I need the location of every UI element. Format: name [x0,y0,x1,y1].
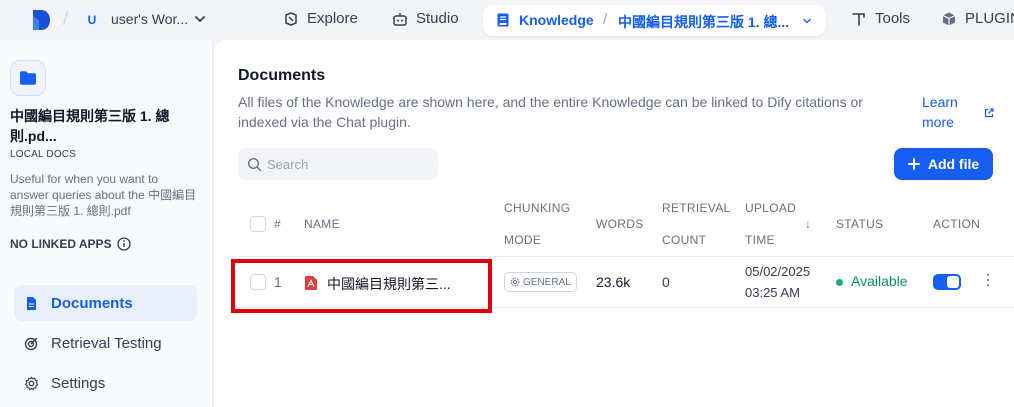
page-title: Documents [238,67,326,84]
hammer-icon [852,12,865,26]
search-box[interactable] [238,148,438,180]
top-navigation: / U user's Wor... Explore Studio Knowled… [0,0,1014,40]
gear-icon [510,277,520,287]
external-link-icon[interactable] [984,108,994,118]
sidebar-item-settings[interactable]: Settings [14,365,197,401]
chevron-down-icon[interactable] [193,12,207,26]
column-header-index: # [274,217,281,231]
column-header-action: ACTION [933,217,981,231]
column-header-chunking-2: MODE [504,233,542,247]
enable-toggle[interactable] [933,274,961,290]
nav-studio[interactable]: Studio [392,10,459,27]
cube-icon [942,12,956,25]
learn-more-link[interactable]: Learn more [922,92,982,132]
column-header-chunking: CHUNKING [504,201,571,215]
nav-studio-label: Studio [416,10,459,27]
search-icon [247,157,262,171]
nav-explore-label: Explore [307,10,358,27]
folder-icon [20,71,36,85]
column-header-retrieval: RETRIEVAL [662,201,731,215]
current-knowledge-name[interactable]: 中國編目規則第三版 1. 總... [618,12,793,32]
linked-apps-status: NO LINKED APPS [10,237,131,251]
document-icon [27,296,36,310]
nav-explore[interactable]: Explore [283,10,358,27]
select-all-checkbox[interactable] [250,216,266,232]
chevron-down-icon[interactable] [801,15,813,27]
documents-panel: Documents All files of the Knowledge are… [214,40,1014,407]
page-description: All files of the Knowledge are shown her… [238,94,863,130]
dify-logo-icon[interactable] [30,8,52,32]
table-header-divider [238,256,1014,257]
sidebar-item-documents[interactable]: Documents [14,285,197,321]
nav-plugins[interactable]: PLUGIN [941,10,1014,27]
column-header-upload-2[interactable]: TIME [745,224,775,256]
sidebar-item-retrieval-testing[interactable]: Retrieval Testing [14,325,197,361]
column-header-upload[interactable]: UPLOAD [745,192,796,224]
row-upload-time: 03:25 AM [745,285,800,300]
plus-icon [907,158,920,170]
row-retrieval-count: 0 [662,274,670,290]
workspace-name[interactable]: user's Wor... [111,11,188,27]
column-header-name: NAME [304,217,340,231]
sidebar-item-label: Retrieval Testing [51,334,162,352]
sidebar-item-label: Documents [51,294,133,312]
more-options-icon[interactable] [987,273,989,287]
nav-tools[interactable]: Tools [851,10,910,27]
robot-icon [393,12,407,26]
nav-plugins-label: PLUGIN [965,10,1014,27]
knowledge-folder-icon [10,60,46,96]
toggle-knob [947,276,959,288]
chunking-mode-badge: GENERAL [504,272,577,292]
sort-arrow-icon[interactable]: ↓ [805,208,811,240]
knowledge-description: Useful for when you want to answer queri… [10,172,197,218]
status-badge: Available [851,273,908,289]
breadcrumb-separator: / [63,9,69,29]
status-indicator-dot [836,279,843,286]
knowledge-type: LOCAL DOCS [10,149,77,160]
info-icon[interactable] [116,237,131,251]
breadcrumb-separator: / [603,11,608,28]
sidebar-item-label: Settings [51,374,106,392]
column-header-words: WORDS [596,217,644,231]
knowledge-title: 中國編目規則第三版 1. 總則.pd... [10,108,170,144]
chunking-mode-label: GENERAL [523,276,571,288]
add-file-button[interactable]: Add file [894,148,993,180]
nav-knowledge-label: Knowledge [519,12,594,28]
target-icon [24,337,38,350]
row-word-count: 23.6k [596,274,631,290]
book-icon [497,13,509,27]
nav-tools-label: Tools [875,10,911,27]
learn-more-label: Learn more [922,94,958,130]
linked-apps-label: NO LINKED APPS [10,237,112,251]
nav-knowledge[interactable]: Knowledge / 中國編目規則第三版 1. 總... [483,5,826,36]
add-file-label: Add file [927,156,980,172]
gear-icon [24,376,39,390]
search-input[interactable] [267,156,427,172]
column-header-status: STATUS [836,217,884,231]
compass-icon [285,11,297,26]
row-upload-date: 05/02/2025 [745,264,811,279]
workspace-avatar[interactable]: U [82,10,102,30]
knowledge-sidebar: 中國編目規則第三版 1. 總則.pd... LOCAL DOCS Useful … [0,40,213,407]
column-header-retrieval-2: COUNT [662,233,707,247]
highlight-annotation [231,259,492,313]
